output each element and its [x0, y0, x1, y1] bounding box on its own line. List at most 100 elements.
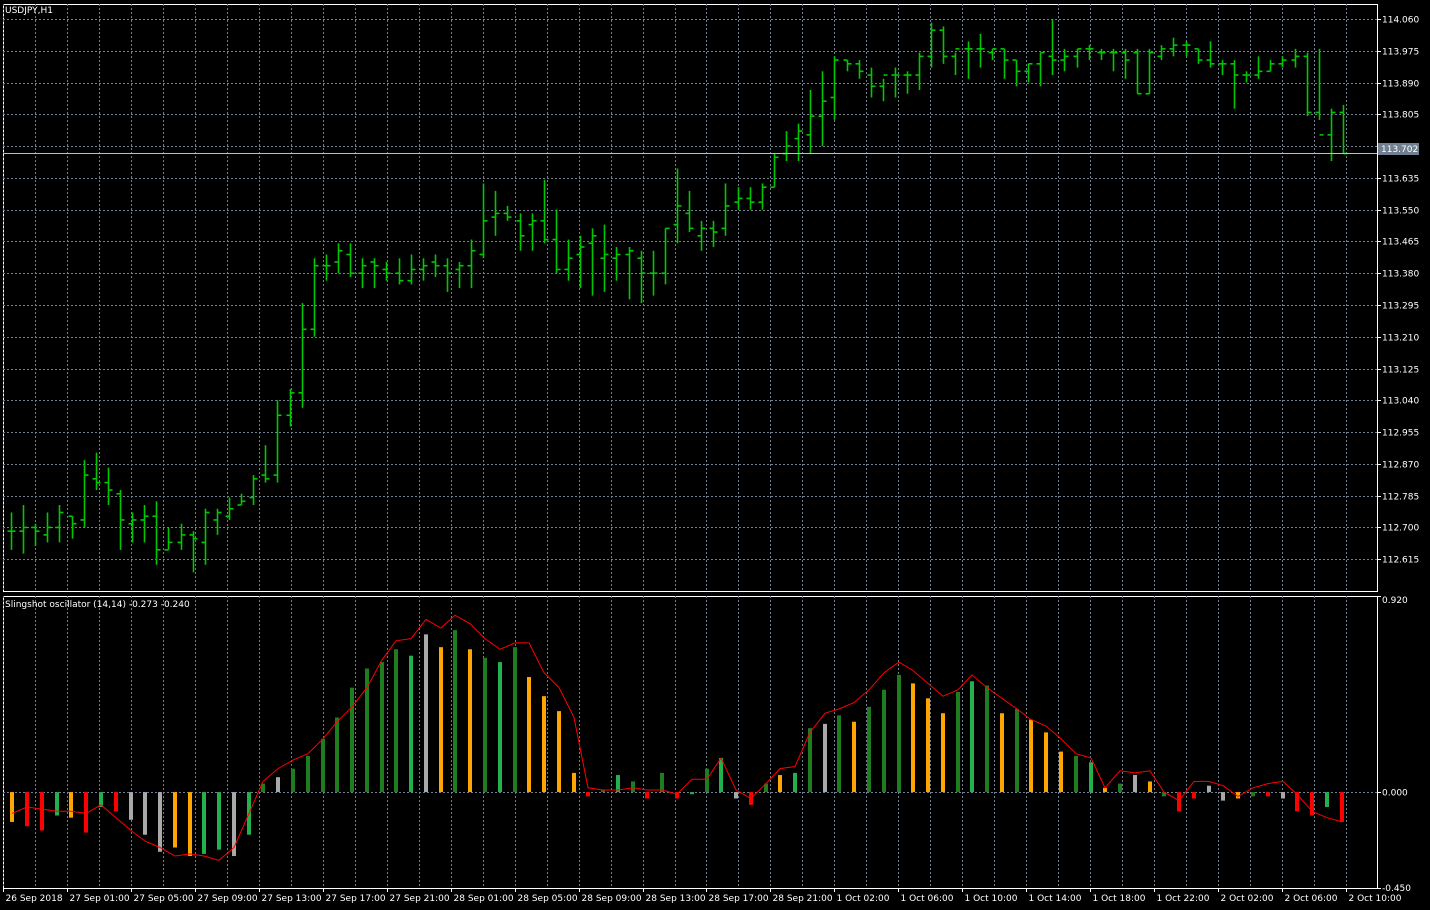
oscillator-signal-line	[11, 614, 1343, 861]
price-bar	[867, 67, 876, 98]
price-bar	[419, 258, 428, 281]
price-bar	[939, 26, 948, 64]
osc-histogram-bar	[586, 792, 590, 797]
price-bar	[927, 22, 936, 68]
oscillator-histogram	[10, 630, 1344, 857]
price-pane-frame	[3, 4, 1378, 592]
osc-histogram-bar	[380, 662, 384, 793]
price-bar	[734, 187, 743, 210]
price-bar	[1206, 41, 1215, 68]
osc-tick-label: 0.920	[1382, 596, 1408, 606]
price-bar	[19, 505, 28, 554]
osc-histogram-bar	[10, 792, 14, 822]
price-bar	[709, 220, 718, 248]
price-bar	[261, 445, 270, 483]
price-bar	[1085, 45, 1094, 61]
price-bar	[1145, 48, 1154, 95]
price-bar	[1133, 48, 1142, 95]
time-tick-label: 27 Sep 13:00	[262, 894, 322, 904]
osc-histogram-bar	[1015, 708, 1019, 793]
osc-histogram-bar	[335, 717, 339, 793]
price-bar	[1048, 18, 1057, 76]
osc-histogram-bar	[129, 792, 133, 820]
osc-histogram-bar	[1089, 762, 1093, 793]
price-bar	[600, 224, 609, 292]
price-tick-label: 113.635	[1382, 175, 1419, 185]
osc-histogram-bar	[808, 728, 812, 793]
price-bar	[1230, 60, 1239, 109]
osc-histogram-bar	[557, 711, 561, 793]
osc-histogram-bar	[1325, 792, 1329, 808]
price-tick-label: 113.125	[1382, 366, 1419, 376]
price-bar	[479, 183, 488, 259]
price-tick-label: 112.615	[1382, 556, 1419, 566]
price-bar	[673, 168, 682, 244]
osc-histogram-bar	[188, 792, 192, 857]
osc-histogram-bar	[173, 792, 177, 848]
osc-histogram-bar	[527, 676, 531, 793]
price-bar	[855, 60, 864, 79]
osc-histogram-bar	[1251, 792, 1255, 797]
price-bar	[903, 71, 912, 94]
price-tick-label: 112.785	[1382, 493, 1419, 503]
price-tick-label: 112.870	[1382, 461, 1419, 471]
price-bar	[346, 243, 355, 277]
time-tick-label: 1 Oct 10:00	[965, 894, 1018, 904]
price-tick-label: 114.060	[1382, 16, 1419, 26]
time-tick-label: 28 Sep 17:00	[709, 894, 769, 904]
osc-tick-label: 0.000	[1382, 789, 1408, 799]
price-bar	[358, 258, 367, 289]
price-bar	[164, 527, 173, 551]
osc-histogram-bar	[424, 634, 428, 793]
osc-histogram-bar	[513, 647, 517, 793]
price-bar	[661, 227, 670, 285]
osc-histogram-bar	[1029, 719, 1033, 793]
osc-histogram-bar	[453, 630, 457, 793]
time-tick-label: 28 Sep 21:00	[773, 894, 833, 904]
osc-histogram-bar	[1044, 732, 1048, 793]
price-tick-label: 113.550	[1382, 207, 1419, 217]
osc-histogram-bar	[202, 792, 206, 854]
price-tick-label: 112.700	[1382, 524, 1419, 534]
price-bar	[697, 220, 706, 251]
price-bar	[116, 490, 125, 550]
price-tick-label: 113.040	[1382, 397, 1419, 407]
price-bar	[612, 247, 621, 281]
price-bar	[491, 190, 500, 236]
osc-histogram-bar	[719, 757, 723, 793]
osc-histogram-bar	[217, 792, 221, 850]
price-bar	[1109, 48, 1118, 72]
price-bar	[1121, 48, 1130, 79]
osc-histogram-bar	[1221, 792, 1225, 801]
price-bar	[249, 475, 258, 506]
price-bar	[976, 33, 985, 68]
osc-histogram-bar	[660, 772, 664, 793]
price-bar	[310, 258, 319, 337]
osc-histogram-bar	[793, 772, 797, 793]
osc-histogram-bar	[306, 755, 310, 793]
osc-histogram-bar	[926, 698, 930, 793]
price-bar	[1278, 56, 1287, 68]
osc-histogram-bar	[1074, 755, 1078, 793]
time-tick-label: 1 Oct 06:00	[901, 894, 954, 904]
price-bar	[951, 48, 960, 76]
osc-histogram-bar	[867, 706, 871, 793]
osc-histogram-bar	[734, 792, 738, 799]
osc-histogram-bar	[852, 721, 856, 793]
osc-histogram-bar	[542, 696, 546, 793]
osc-histogram-bar	[823, 723, 827, 793]
price-tick-label: 113.380	[1382, 270, 1419, 280]
time-tick-label: 27 Sep 21:00	[390, 894, 450, 904]
osc-histogram-bar	[1207, 785, 1211, 793]
price-bar	[1024, 63, 1033, 83]
time-tick-label: 1 Oct 14:00	[1029, 894, 1082, 904]
osc-histogram-bar	[483, 657, 487, 793]
osc-histogram-bar	[645, 792, 649, 799]
time-axis-ticks: 26 Sep 2018 27 Sep 01:00 27 Sep 05:00 27 Se…	[3, 888, 1402, 904]
price-bar	[1242, 71, 1251, 83]
price-bar	[104, 467, 113, 506]
oscillator-label: Slingshot oscillator (14,14) -0.273 -0.2…	[5, 600, 190, 610]
osc-histogram-bar	[498, 662, 502, 793]
osc-histogram-bar	[897, 674, 901, 793]
time-tick-label: 1 Oct 18:00	[1093, 894, 1146, 904]
